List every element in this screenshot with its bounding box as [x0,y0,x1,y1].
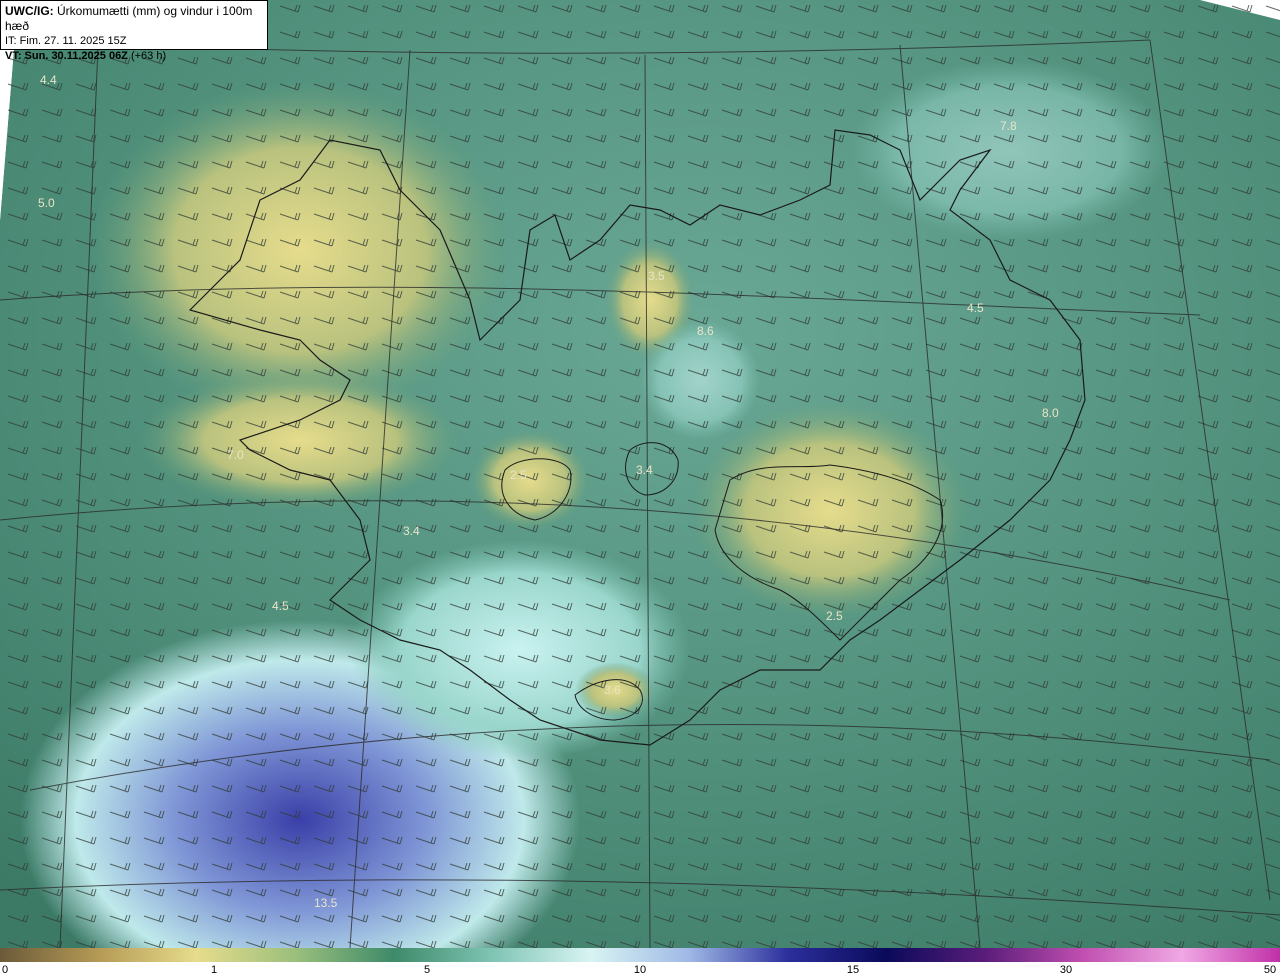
value-label: 7.8 [1000,119,1017,133]
value-label: 4.4 [40,73,57,87]
colorbar [0,948,1280,962]
colorbar-tick: 1 [210,964,218,976]
colorbar-labels: 0 1 5 10 15 30 50 [0,962,1280,978]
colorbar-tick: 10 [633,964,647,976]
colorbar-tick: 30 [1059,964,1073,976]
value-label: 3.5 [648,269,665,283]
colorbar-tick: 50 [1263,964,1277,976]
valid-time: VT: Sun. 30.11.2025 06Z [5,50,128,62]
value-label: 8.0 [1042,406,1059,420]
value-label: 8.6 [697,324,714,338]
value-label: 7.0 [227,448,244,462]
value-label: 5.0 [38,196,55,210]
precipitation-wind-map: 4.4 5.0 7.8 3.5 8.6 4.5 8.0 7.0 2.5 3.4 … [0,0,1280,948]
value-label: 2.5 [510,468,527,482]
value-label: 2.5 [826,609,843,623]
colorbar-tick: 15 [846,964,860,976]
value-label: 3.6 [604,683,621,697]
colorbar-tick: 0 [1,964,9,976]
product-code: UWC/IG: [5,4,54,18]
value-label: 13.5 [314,896,338,910]
value-label: 3.4 [403,524,420,538]
map-info-box: UWC/IG: Úrkomumætti (mm) og vindur i 100… [0,0,268,62]
issue-time: IT: Fim. 27. 11. 2025 15Z [5,35,127,47]
value-label: 4.5 [272,599,289,613]
value-label: 4.5 [967,301,984,315]
value-label: 3.4 [636,463,653,477]
colorbar-tick: 5 [423,964,431,976]
forecast-hour: (+63 h) [130,50,167,62]
